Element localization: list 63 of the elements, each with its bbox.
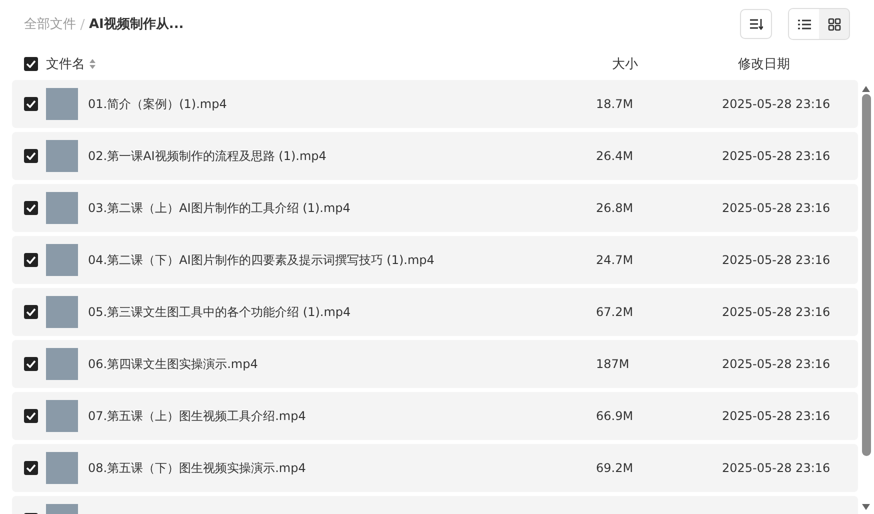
file-row[interactable]: 02.第一课AI视频制作的流程及思路 (1).mp4 26.4M 2025-05-28 23:16 — [12, 132, 858, 180]
file-size: 26.8M — [596, 201, 634, 215]
select-all-checkbox[interactable] — [24, 57, 38, 71]
modified-date: 2025-05-28 23:16 — [722, 253, 832, 267]
modified-date: 2025-05-28 23:16 — [722, 97, 832, 111]
scroll-down-icon[interactable] — [862, 504, 870, 510]
breadcrumb-separator — [80, 18, 85, 30]
file-name[interactable]: 01.简介（案例）(1).mp4 — [88, 96, 596, 112]
row-checkbox[interactable] — [24, 201, 38, 215]
row-checkbox[interactable] — [24, 357, 38, 371]
row-checkbox[interactable] — [24, 149, 38, 163]
file-row[interactable]: 01.简介（案例）(1).mp4 18.7M 2025-05-28 23:16 — [12, 80, 858, 128]
file-name[interactable]: 04.第二课（下）AI图片制作的四要素及提示词撰写技巧 (1).mp4 — [88, 252, 596, 268]
file-size: 26.4M — [596, 149, 634, 163]
photo-placeholder — [46, 140, 78, 172]
row-checkbox[interactable] — [24, 409, 38, 423]
modified-date: 2025-05-28 23:16 — [722, 149, 832, 163]
grid-icon — [828, 18, 840, 30]
photo-placeholder — [46, 192, 78, 224]
file-size: 18.7M — [596, 97, 634, 111]
file-size: 187M — [596, 357, 630, 371]
row-checkbox[interactable] — [24, 253, 38, 267]
list-icon — [798, 18, 810, 30]
file-row[interactable]: 05.第三课文生图工具中的各个功能介绍 (1).mp4 67.2M 2025-05-28 23:16 — [12, 288, 858, 336]
modified-date: 2025-05-28 23:16 — [722, 409, 832, 423]
photo-placeholder — [46, 88, 78, 120]
file-size: 69.2M — [596, 461, 634, 475]
photo-placeholder — [46, 452, 78, 484]
modified-date: 2025-05-28 23:16 — [722, 201, 832, 215]
sort-arrows-icon[interactable] — [89, 58, 96, 70]
file-name[interactable]: 07.第五课（上）图生视频工具介绍.mp4 — [88, 408, 596, 424]
file-row[interactable]: 04.第二课（下）AI图片制作的四要素及提示词撰写技巧 (1).mp4 24.7M 2025-05-28 23:16 — [12, 236, 858, 284]
column-header: 大小 — [612, 56, 639, 73]
list-view-button[interactable] — [789, 9, 819, 39]
column-header: 修改日期 — [738, 56, 791, 73]
photo-placeholder — [46, 296, 78, 328]
row-checkbox[interactable] — [24, 97, 38, 111]
modified-date: 2025-05-28 23:16 — [722, 357, 832, 371]
scroll-up-icon[interactable] — [862, 86, 870, 92]
row-checkbox[interactable] — [24, 305, 38, 319]
file-size: 67.2M — [596, 305, 634, 319]
file-row[interactable]: 08.第五课（下）图生视频实操演示.mp4 69.2M 2025-05-28 23:16 — [12, 444, 858, 492]
file-size: 24.7M — [596, 253, 634, 267]
file-name[interactable]: 06.第四课文生图实操演示.mp4 — [88, 356, 596, 372]
photo-placeholder — [46, 244, 78, 276]
photo-placeholder — [46, 348, 78, 380]
file-row[interactable]: 06.第四课文生图实操演示.mp4 187M 2025-05-28 23:16 — [12, 340, 858, 388]
file-size: 66.9M — [596, 409, 634, 423]
file-row[interactable]: 07.第五课（上）图生视频工具介绍.mp4 66.9M 2025-05-28 23:16 — [12, 392, 858, 440]
file-name[interactable]: 08.第五课（下）图生视频实操演示.mp4 — [88, 460, 596, 476]
modified-date: 2025-05-28 23:16 — [722, 461, 832, 475]
sort-button[interactable] — [740, 9, 772, 39]
modified-date: 2025-05-28 23:16 — [722, 305, 832, 319]
sort-icon — [749, 18, 763, 30]
scrollbar-thumb[interactable] — [862, 94, 870, 456]
column-header[interactable]: 文件名 — [46, 55, 85, 73]
file-name[interactable]: 02.第一课AI视频制作的流程及思路 (1).mp4 — [88, 148, 596, 164]
photo-placeholder — [46, 400, 78, 432]
breadcrumb-item: AI视频制作从... — [89, 16, 184, 33]
file-row[interactable]: 03.第二课（上）AI图片制作的工具介绍 (1).mp4 26.8M 2025-05-28 23:16 — [12, 184, 858, 232]
row-checkbox[interactable] — [24, 461, 38, 475]
file-name[interactable]: 05.第三课文生图工具中的各个功能介绍 (1).mp4 — [88, 304, 596, 320]
file-name[interactable]: 03.第二课（上）AI图片制作的工具介绍 (1).mp4 — [88, 200, 596, 216]
